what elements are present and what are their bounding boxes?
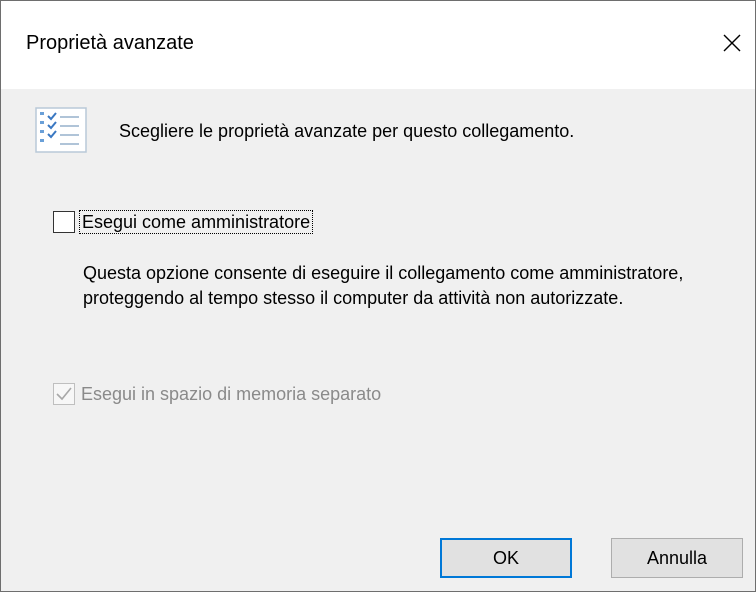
header-instruction: Scegliere le proprietà avanzate per ques… xyxy=(119,121,575,141)
advanced-properties-dialog: Proprietà avanzate Scegliere le propriet… xyxy=(0,0,756,592)
title-bar: Proprietà avanzate xyxy=(1,1,755,89)
checkmark-icon xyxy=(56,387,72,401)
run-as-admin-option[interactable]: Esegui come amministratore xyxy=(53,208,314,236)
cancel-button[interactable]: Annulla xyxy=(611,538,743,578)
separate-memory-checkbox xyxy=(53,383,75,405)
run-as-admin-checkbox[interactable] xyxy=(53,211,75,233)
ok-button[interactable]: OK xyxy=(440,538,572,578)
properties-checklist-icon xyxy=(35,107,87,153)
close-icon xyxy=(723,34,741,52)
dialog-title: Proprietà avanzate xyxy=(26,32,194,54)
run-as-admin-label[interactable]: Esegui come amministratore xyxy=(79,210,314,234)
close-button[interactable] xyxy=(709,19,755,67)
run-as-admin-description: Questa opzione consente di eseguire il c… xyxy=(83,263,684,308)
separate-memory-option: Esegui in spazio di memoria separato xyxy=(53,381,381,407)
separate-memory-label: Esegui in spazio di memoria separato xyxy=(81,383,382,404)
